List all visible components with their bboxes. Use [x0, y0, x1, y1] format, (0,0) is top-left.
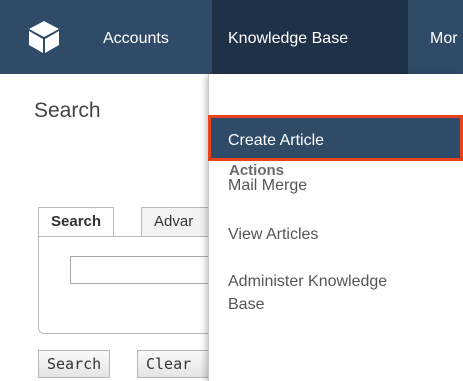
top-navbar: Accounts Knowledge Base Mor: [0, 0, 463, 74]
tab-basic-search[interactable]: Search: [38, 207, 115, 237]
page-title: Search: [34, 99, 101, 122]
menu-item-mail-merge[interactable]: Mail Merge: [208, 177, 463, 195]
nav-accounts[interactable]: Accounts: [103, 0, 169, 74]
search-button[interactable]: Search: [38, 350, 111, 378]
menu-item-create-article[interactable]: Create Article: [208, 115, 463, 161]
search-panel: [38, 236, 228, 334]
clear-button[interactable]: Clear: [137, 350, 213, 378]
nav-more[interactable]: Mor: [430, 0, 458, 74]
menu-item-view-articles[interactable]: View Articles: [208, 226, 463, 244]
cube-logo-icon[interactable]: [0, 0, 88, 74]
search-input[interactable]: [70, 256, 220, 284]
menu-item-administer-knowledge-base[interactable]: Administer Knowledge Base: [208, 270, 463, 316]
nav-knowledge-base[interactable]: Knowledge Base: [212, 0, 408, 74]
